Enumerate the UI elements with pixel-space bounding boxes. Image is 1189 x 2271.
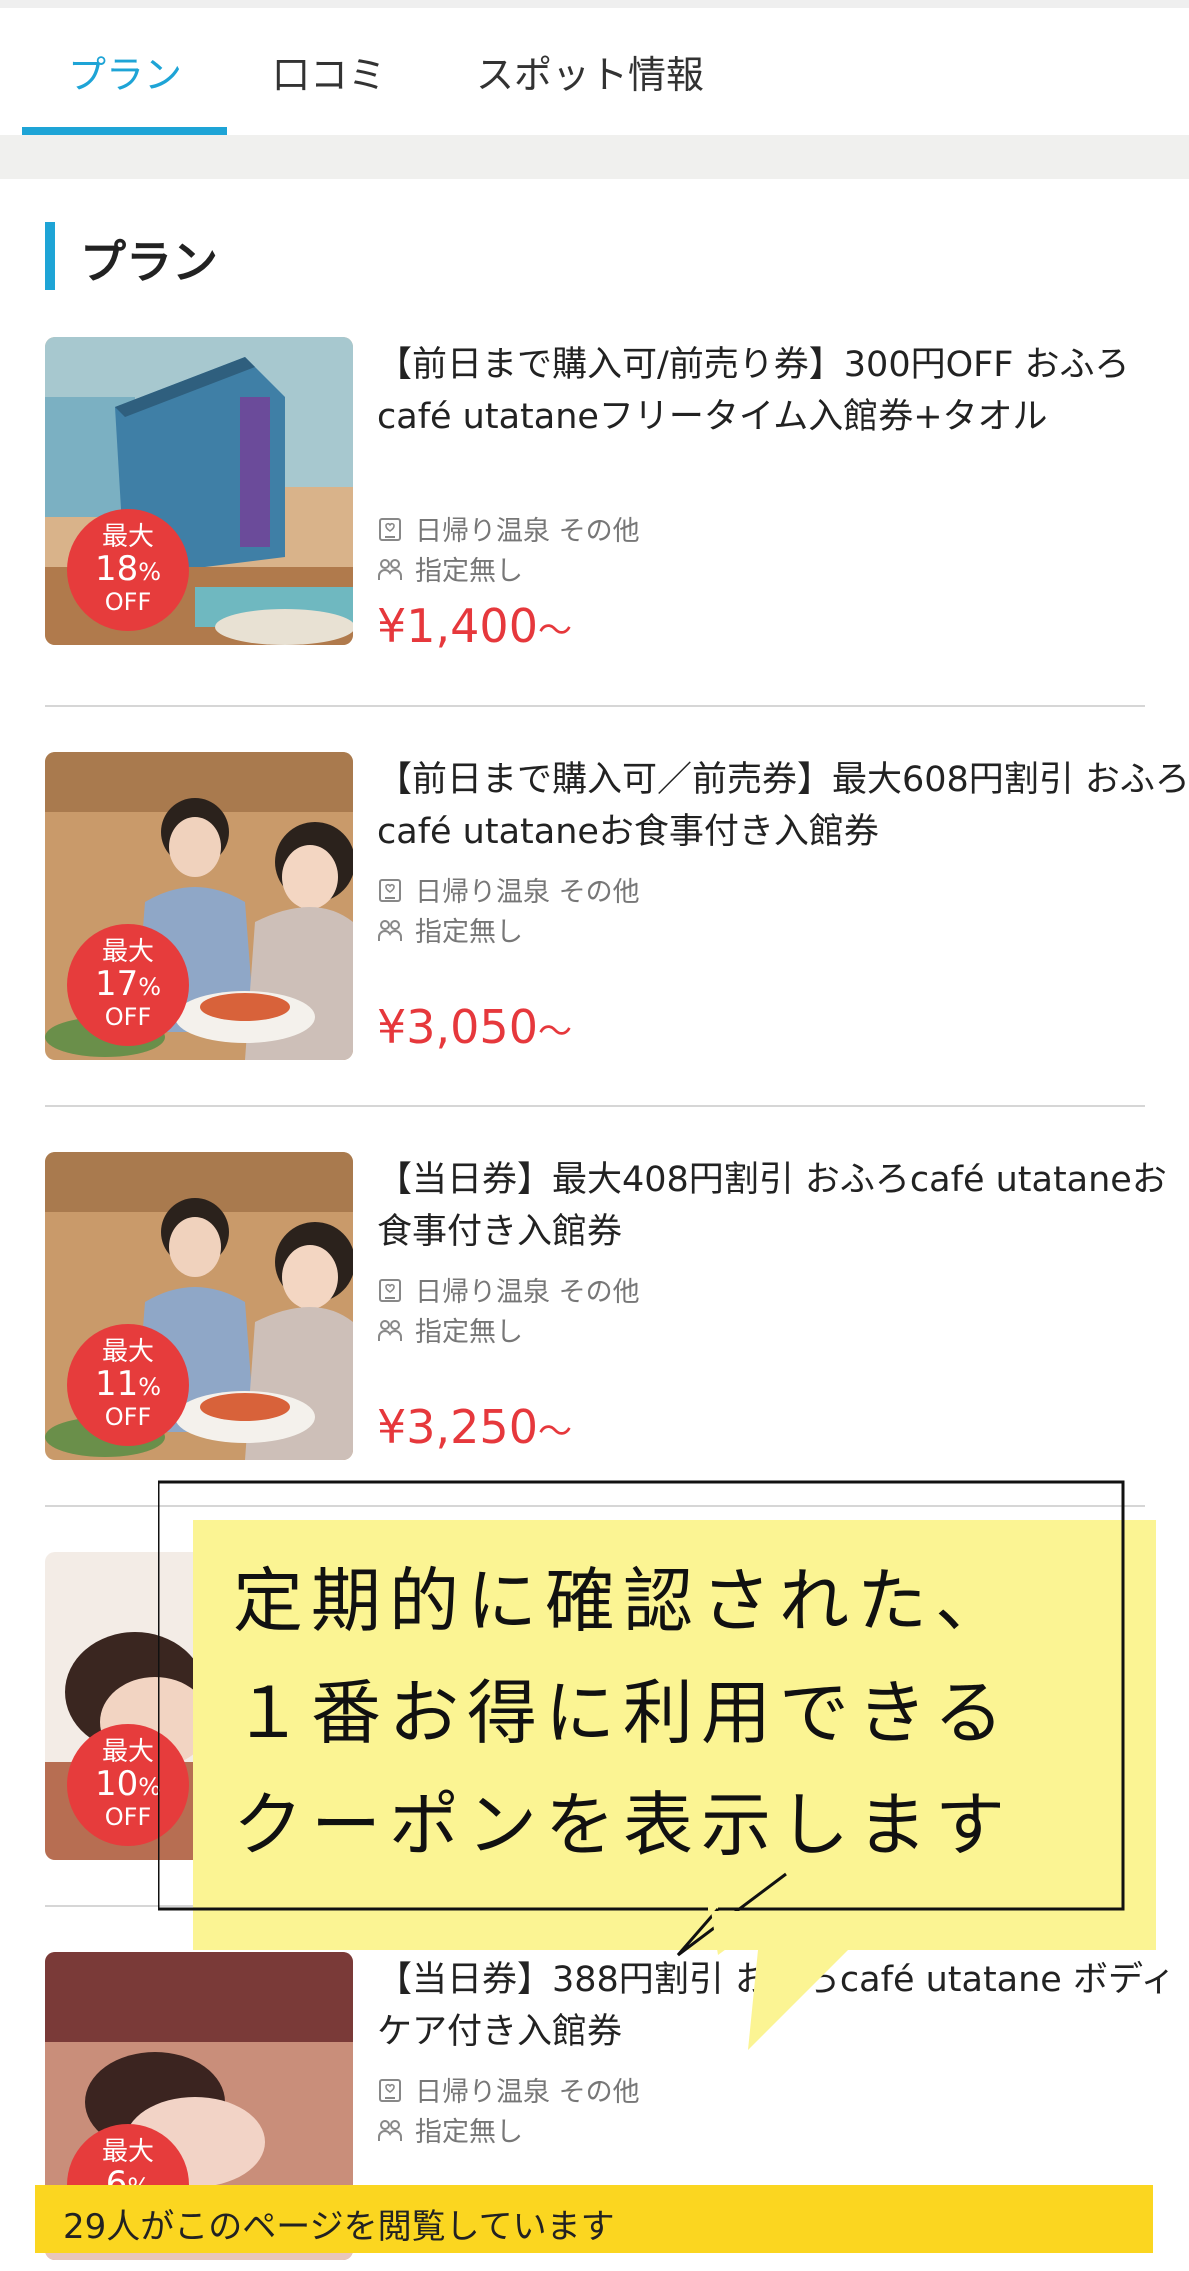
discount-badge: 最大 11% OFF bbox=[67, 1324, 189, 1446]
discount-badge: 最大 18% OFF bbox=[67, 509, 189, 631]
tab-plan[interactable]: プラン bbox=[68, 44, 182, 99]
divider bbox=[45, 1105, 1145, 1107]
plan-category: 日帰り温泉 その他 bbox=[377, 509, 640, 548]
plan-people: 指定無し bbox=[377, 2110, 523, 2149]
plan-price: ¥1,400〜 bbox=[377, 599, 572, 653]
plan-title[interactable]: 【当日券】最大408円割引 おふろcafé utataneお食事付き入館券 bbox=[377, 1154, 1189, 1258]
plan-item[interactable]: 最大 17% OFF 【前日まで購入可／前売券】最大608円割引 おふろcafé… bbox=[45, 752, 1189, 1062]
tab-reviews[interactable]: 口コミ bbox=[272, 44, 386, 99]
top-divider bbox=[0, 0, 1189, 8]
tab-spot-info[interactable]: スポット情報 bbox=[476, 44, 704, 99]
plan-category: 日帰り温泉 その他 bbox=[377, 2070, 640, 2109]
callout-line-1: 定期的に確認された、 bbox=[233, 1560, 1013, 1642]
viewer-count-text: 29人がこのページを閲覧しています bbox=[63, 2207, 615, 2247]
calendar-heart-icon bbox=[379, 517, 401, 541]
plan-price: ¥3,250〜 bbox=[377, 1400, 572, 1454]
plan-item[interactable]: 最大 18% OFF 【前日まで購入可/前売り券】300円OFF おふろcafé… bbox=[45, 337, 1145, 667]
calendar-heart-icon bbox=[379, 2078, 401, 2102]
plan-thumbnail[interactable]: 最大 11% OFF bbox=[45, 1152, 353, 1460]
plan-item[interactable]: 最大 11% OFF 【当日券】最大408円割引 おふろcafé utatane… bbox=[45, 1152, 1167, 1462]
plan-title[interactable]: 【前日まで購入可/前売り券】300円OFF おふろcafé utataneフリー… bbox=[377, 339, 1189, 443]
plan-title[interactable]: 【前日まで購入可／前売券】最大608円割引 おふろcafé utataneお食事… bbox=[377, 754, 1189, 858]
plan-thumbnail[interactable]: 最大 18% OFF bbox=[45, 337, 353, 645]
plan-people: 指定無し bbox=[377, 1310, 523, 1349]
section-title: プラン bbox=[80, 235, 218, 289]
callout-line-2: １番お得に利用できる bbox=[233, 1672, 1012, 1754]
active-tab-indicator bbox=[22, 127, 227, 135]
callout-line-3: クーポンを表示します bbox=[233, 1784, 1013, 1866]
calendar-heart-icon bbox=[379, 878, 401, 902]
divider bbox=[45, 705, 1145, 707]
plan-thumbnail[interactable]: 最大 17% OFF bbox=[45, 752, 353, 1060]
plan-price: ¥3,050〜 bbox=[377, 1000, 572, 1054]
plan-category: 日帰り温泉 その他 bbox=[377, 870, 640, 909]
discount-badge: 最大 17% OFF bbox=[67, 924, 189, 1046]
plan-people: 指定無し bbox=[377, 910, 523, 949]
people-icon bbox=[378, 919, 402, 942]
section-accent-bar bbox=[45, 222, 55, 290]
people-icon bbox=[378, 558, 402, 581]
calendar-heart-icon bbox=[379, 1278, 401, 1302]
tab-bar: プラン 口コミ スポット情報 bbox=[0, 8, 1189, 135]
plan-people: 指定無し bbox=[377, 549, 523, 588]
people-icon bbox=[378, 1319, 402, 1342]
section-spacer bbox=[0, 135, 1189, 179]
viewer-count-banner: 29人がこのページを閲覧しています bbox=[35, 2185, 1153, 2253]
plan-category: 日帰り温泉 その他 bbox=[377, 1270, 640, 1309]
people-icon bbox=[378, 2119, 402, 2142]
